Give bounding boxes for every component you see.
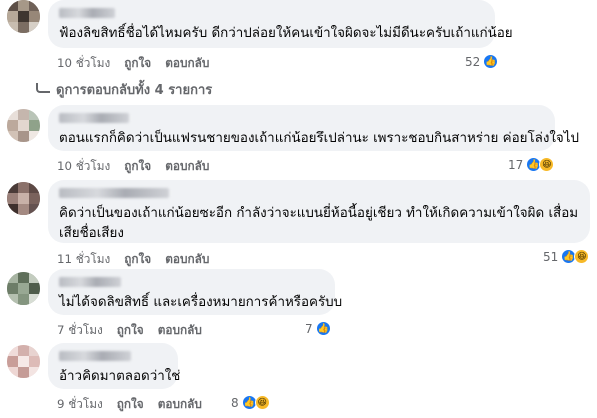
view-replies-link[interactable]: ดูการตอบกลับทั้ง 4 รายการ <box>36 79 212 100</box>
comment-text: อ้าวคิดมาตลอดว่าใช่ <box>59 369 181 384</box>
like-button[interactable]: ถูกใจ <box>117 321 144 340</box>
author-name-blurred[interactable] <box>59 351 131 361</box>
avatar[interactable] <box>7 109 40 142</box>
avatar[interactable] <box>7 272 40 305</box>
avatar[interactable] <box>7 345 40 378</box>
comment-bubble: ไม่ได้จดลิขสิทธิ์ และเครื่องหมายการค้าหร… <box>48 269 343 315</box>
haha-icon: 😆 <box>574 249 590 264</box>
comment-text: ฟ้องลิขสิทธิ์ชื่อได้ไหมครับ ดีกว่าปล่อยใ… <box>59 26 513 41</box>
comment-actions: 11 ชั่วโมง ถูกใจ ตอบกลับ <box>57 251 209 267</box>
like-button[interactable]: ถูกใจ <box>124 157 151 176</box>
timestamp[interactable]: 7 ชั่วโมง <box>57 321 103 340</box>
reaction-summary[interactable]: 7 👍 <box>305 321 331 336</box>
timestamp[interactable]: 10 ชั่วโมง <box>57 157 110 176</box>
like-button[interactable]: ถูกใจ <box>124 54 151 73</box>
like-button[interactable]: ถูกใจ <box>124 250 151 269</box>
comment-actions: 7 ชั่วโมง ถูกใจ ตอบกลับ <box>57 322 202 338</box>
reaction-count: 51 <box>543 249 559 264</box>
like-button[interactable]: ถูกใจ <box>117 395 144 414</box>
comment-text: ตอนแรกก็คิดว่าเป็นแฟรนชายของเถ้าแก่น้อยร… <box>59 131 580 146</box>
reply-button[interactable]: ตอบกลับ <box>165 54 209 73</box>
reaction-count: 8 <box>231 395 239 410</box>
comment-bubble: ตอนแรกก็คิดว่าเป็นแฟรนชายของเถ้าแก่น้อยร… <box>48 105 580 151</box>
comment-bubble: ฟ้องลิขสิทธิ์ชื่อได้ไหมครับ ดีกว่าปล่อยใ… <box>48 0 513 48</box>
avatar[interactable] <box>7 0 40 33</box>
comment-text: ไม่ได้จดลิขสิทธิ์ และเครื่องหมายการค้าหร… <box>59 295 343 310</box>
reply-arrow-icon <box>36 82 50 93</box>
comment-actions: 10 ชั่วโมง ถูกใจ ตอบกลับ <box>57 55 209 71</box>
author-name-blurred[interactable] <box>59 188 169 198</box>
comment-bubble: คิดว่าเป็นของเถ้าแก่น้อยซะอีก กำลังว่าจะ… <box>48 180 590 243</box>
reply-button[interactable]: ตอบกลับ <box>158 321 202 340</box>
reaction-summary[interactable]: 51 👍 😆 <box>543 249 590 264</box>
comment-actions: 10 ชั่วโมง ถูกใจ ตอบกลับ <box>57 158 209 174</box>
reaction-summary[interactable]: 17 👍 😆 <box>508 157 555 172</box>
author-name-blurred[interactable] <box>59 113 129 123</box>
avatar[interactable] <box>7 182 40 215</box>
like-icon: 👍 <box>315 321 331 336</box>
reaction-count: 7 <box>305 321 313 336</box>
timestamp[interactable]: 11 ชั่วโมง <box>57 250 110 269</box>
comment-actions: 9 ชั่วโมง ถูกใจ ตอบกลับ <box>57 396 202 412</box>
haha-icon: 😆 <box>254 395 270 410</box>
author-name-blurred[interactable] <box>59 8 115 18</box>
reply-button[interactable]: ตอบกลับ <box>158 395 202 414</box>
like-icon: 👍 <box>483 54 499 69</box>
reaction-summary[interactable]: 8 👍 😆 <box>231 395 270 410</box>
timestamp[interactable]: 10 ชั่วโมง <box>57 54 110 73</box>
timestamp[interactable]: 9 ชั่วโมง <box>57 395 103 414</box>
reply-button[interactable]: ตอบกลับ <box>165 250 209 269</box>
view-replies-label: ดูการตอบกลับทั้ง 4 รายการ <box>56 83 213 98</box>
reply-button[interactable]: ตอบกลับ <box>165 157 209 176</box>
haha-icon: 😆 <box>539 157 555 172</box>
comment-bubble: อ้าวคิดมาตลอดว่าใช่ <box>48 343 181 389</box>
reaction-count: 52 <box>465 54 481 69</box>
reaction-summary[interactable]: 52 👍 <box>465 54 499 69</box>
author-name-blurred[interactable] <box>59 277 121 287</box>
reaction-count: 17 <box>508 157 524 172</box>
comment-text: คิดว่าเป็นของเถ้าแก่น้อยซะอีก กำลังว่าจะ… <box>59 206 579 241</box>
